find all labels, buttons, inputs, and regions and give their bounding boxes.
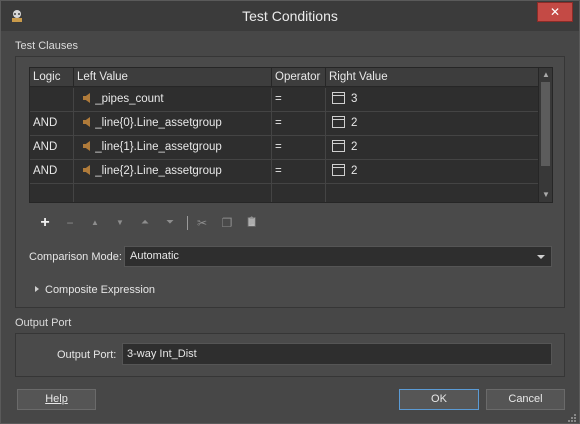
attribute-arrow-icon bbox=[83, 116, 90, 127]
scroll-thumb[interactable] bbox=[541, 82, 550, 166]
left-value-text: _pipes_count bbox=[95, 93, 164, 105]
right-value-cell[interactable]: 3 bbox=[326, 88, 538, 111]
column-header-right-value[interactable]: Right Value bbox=[326, 68, 538, 87]
attribute-arrow-icon bbox=[83, 140, 90, 151]
comparison-mode-value: Automatic bbox=[130, 250, 179, 262]
column-header-operator[interactable]: Operator bbox=[272, 68, 326, 87]
logic-cell[interactable]: AND bbox=[30, 112, 74, 135]
attribute-arrow-icon bbox=[83, 92, 90, 103]
close-button[interactable]: ✕ bbox=[537, 2, 573, 22]
operator-cell[interactable]: = bbox=[272, 88, 326, 111]
ok-button[interactable]: OK bbox=[399, 389, 479, 410]
text-value-icon bbox=[332, 115, 345, 128]
logic-cell[interactable]: AND bbox=[30, 136, 74, 159]
left-value-cell[interactable]: _line{1}.Line_assetgroup bbox=[74, 136, 272, 159]
text-value-icon bbox=[332, 163, 345, 176]
help-button-label: Help bbox=[45, 393, 68, 405]
left-value-text: _line{0}.Line_assetgroup bbox=[95, 117, 222, 129]
composite-expression-label: Composite Expression bbox=[45, 284, 156, 296]
test-conditions-dialog: Test Conditions ✕ Test Clauses Logic Lef… bbox=[0, 0, 580, 424]
toolbar-separator bbox=[187, 216, 188, 230]
move-up-button[interactable]: ▲ bbox=[87, 215, 103, 231]
text-value-icon bbox=[332, 139, 345, 152]
left-value-cell[interactable]: _line{0}.Line_assetgroup bbox=[74, 112, 272, 135]
output-port-input[interactable]: 3-way Int_Dist bbox=[122, 343, 552, 365]
composite-expression-toggle[interactable]: Composite Expression bbox=[35, 284, 155, 296]
table-row[interactable]: AND _line{1}.Line_assetgroup = 2 bbox=[30, 136, 538, 160]
chevron-right-icon bbox=[35, 286, 39, 293]
comparison-mode-label: Comparison Mode: bbox=[29, 251, 122, 263]
empty-cell[interactable] bbox=[326, 184, 538, 202]
table-row-empty[interactable] bbox=[30, 184, 538, 202]
comparison-mode-select[interactable]: Automatic bbox=[124, 246, 552, 267]
move-to-top-button[interactable]: ⏶ bbox=[137, 215, 153, 231]
title-bar: Test Conditions ✕ bbox=[1, 1, 579, 31]
column-header-left-value[interactable]: Left Value bbox=[74, 68, 272, 87]
text-value-icon bbox=[332, 91, 345, 104]
attribute-arrow-icon bbox=[83, 164, 90, 175]
vertical-scrollbar[interactable]: ▲ ▼ bbox=[538, 68, 552, 202]
output-port-group-label: Output Port bbox=[15, 317, 72, 329]
copy-button[interactable]: ❐ bbox=[219, 215, 235, 231]
scroll-up-icon[interactable]: ▲ bbox=[539, 68, 553, 82]
right-value-text: 2 bbox=[351, 165, 358, 177]
scroll-down-icon[interactable]: ▼ bbox=[539, 188, 553, 202]
window-title: Test Conditions bbox=[242, 8, 338, 24]
left-value-text: _line{1}.Line_assetgroup bbox=[95, 141, 222, 153]
right-value-text: 2 bbox=[351, 141, 358, 153]
table-row[interactable]: AND _line{0}.Line_assetgroup = 2 bbox=[30, 112, 538, 136]
clauses-table[interactable]: Logic Left Value Operator Right Value _p… bbox=[29, 67, 553, 203]
table-row[interactable]: _pipes_count = 3 bbox=[30, 88, 538, 112]
cancel-button[interactable]: Cancel bbox=[486, 389, 565, 410]
left-value-cell[interactable]: _line{2}.Line_assetgroup bbox=[74, 160, 272, 183]
operator-cell[interactable]: = bbox=[272, 136, 326, 159]
logic-cell[interactable]: AND bbox=[30, 160, 74, 183]
add-clause-button[interactable]: + bbox=[37, 215, 53, 231]
left-value-cell[interactable]: _pipes_count bbox=[74, 88, 272, 111]
output-port-label: Output Port: bbox=[57, 349, 117, 361]
operator-cell[interactable]: = bbox=[272, 112, 326, 135]
table-header: Logic Left Value Operator Right Value bbox=[30, 68, 538, 87]
resize-grip-icon[interactable] bbox=[567, 413, 577, 423]
right-value-cell[interactable]: 2 bbox=[326, 160, 538, 183]
logic-cell[interactable] bbox=[30, 88, 74, 111]
right-value-text: 3 bbox=[351, 93, 358, 105]
column-header-logic[interactable]: Logic bbox=[30, 68, 74, 87]
chevron-down-icon bbox=[537, 255, 545, 259]
move-down-button[interactable]: ▼ bbox=[112, 215, 128, 231]
right-value-cell[interactable]: 2 bbox=[326, 136, 538, 159]
table-row[interactable]: AND _line{2}.Line_assetgroup = 2 bbox=[30, 160, 538, 184]
remove-clause-button[interactable]: − bbox=[62, 215, 78, 231]
right-value-cell[interactable]: 2 bbox=[326, 112, 538, 135]
empty-cell[interactable] bbox=[30, 184, 74, 202]
move-to-bottom-button[interactable]: ⏷ bbox=[162, 215, 178, 231]
cut-button[interactable]: ✂ bbox=[194, 215, 210, 231]
empty-cell[interactable] bbox=[74, 184, 272, 202]
right-value-text: 2 bbox=[351, 117, 358, 129]
help-button[interactable]: Help bbox=[17, 389, 96, 410]
paste-button[interactable]: 📋 bbox=[244, 215, 260, 231]
test-clauses-label: Test Clauses bbox=[15, 40, 78, 52]
empty-cell[interactable] bbox=[272, 184, 326, 202]
operator-cell[interactable]: = bbox=[272, 160, 326, 183]
left-value-text: _line{2}.Line_assetgroup bbox=[95, 165, 222, 177]
